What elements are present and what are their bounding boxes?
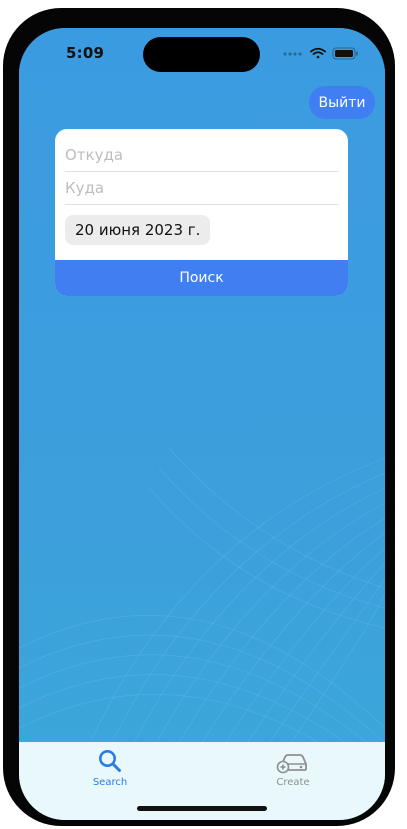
tab-create[interactable]: Create: [248, 746, 338, 796]
search-button[interactable]: Поиск: [55, 260, 348, 296]
car-add-icon: [248, 748, 338, 776]
tab-search[interactable]: Search: [65, 746, 155, 796]
divider: [65, 204, 339, 205]
app-screen: 5:09 Выйти Откуда Куда 20 июня 2023 г. П…: [19, 28, 385, 820]
tab-create-label: Create: [276, 777, 310, 788]
phone-frame: 5:09 Выйти Откуда Куда 20 июня 2023 г. П…: [3, 8, 395, 826]
status-icons: [283, 47, 358, 60]
battery-icon: [332, 47, 358, 60]
status-bar: 5:09: [19, 28, 385, 82]
signal-dots-icon: [283, 52, 302, 56]
from-input[interactable]: [65, 140, 339, 170]
divider: [65, 171, 339, 172]
to-input[interactable]: [65, 173, 339, 203]
status-time: 5:09: [66, 44, 105, 62]
dynamic-island: [143, 37, 260, 72]
wifi-icon: [310, 47, 326, 59]
home-indicator: [137, 806, 267, 811]
tab-search-label: Search: [92, 777, 128, 788]
date-picker-button[interactable]: 20 июня 2023 г.: [65, 215, 211, 245]
search-card: 20 июня 2023 г. Поиск: [55, 129, 348, 296]
logout-button[interactable]: Выйти: [309, 86, 375, 119]
magnifier-icon: [65, 748, 155, 776]
